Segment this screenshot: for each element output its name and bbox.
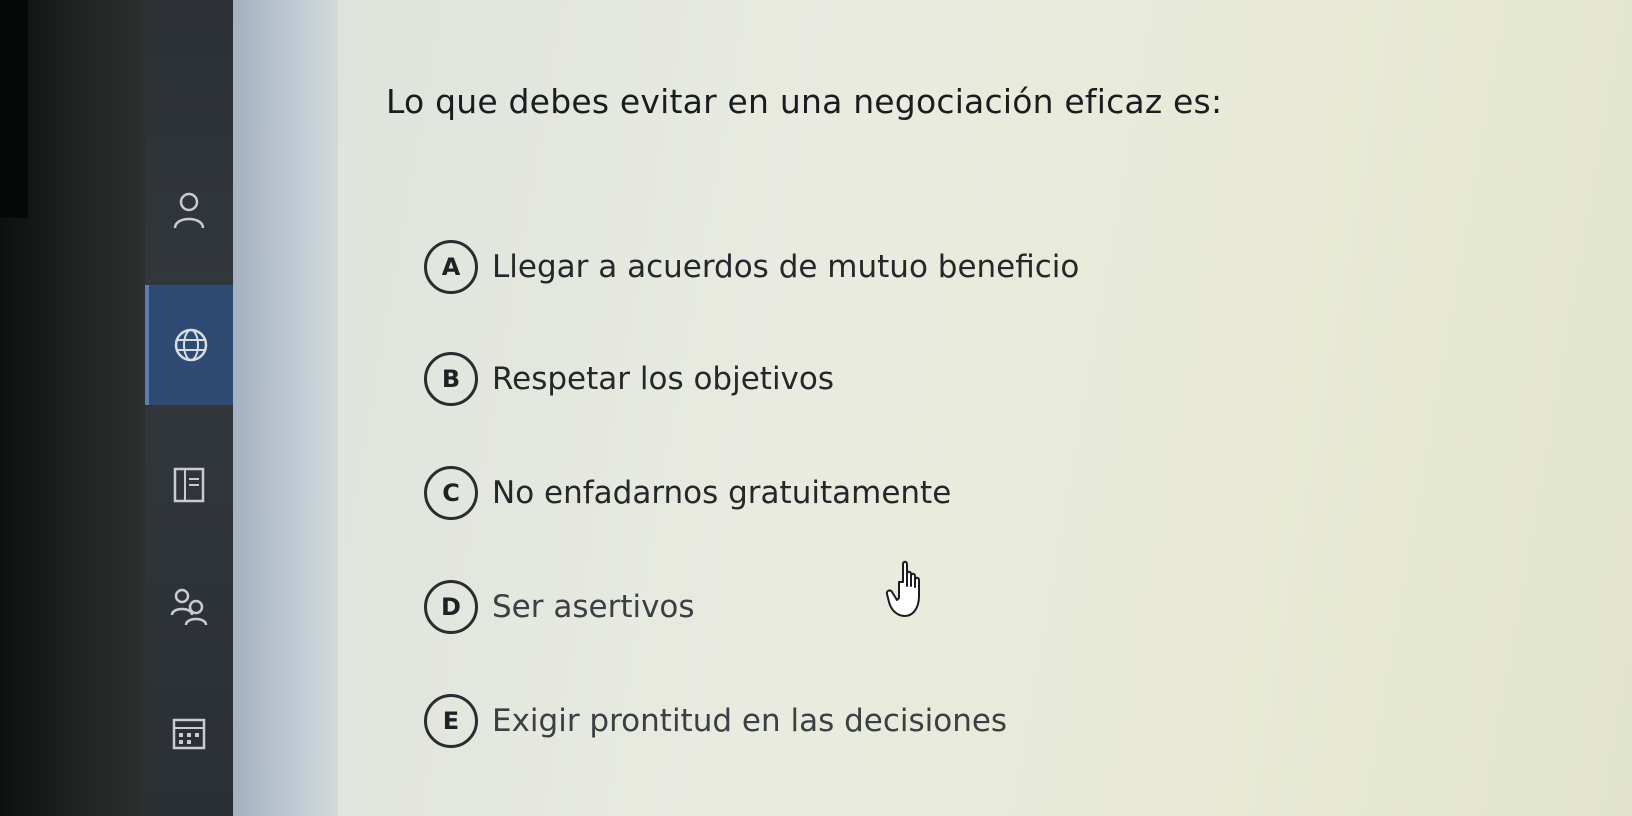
option-d-letter: D xyxy=(424,580,478,634)
sidebar-item-profile[interactable] xyxy=(145,150,233,270)
sidebar xyxy=(145,0,233,816)
globe-icon xyxy=(174,328,208,362)
option-a-text: Llegar a acuerdos de mutuo beneficio xyxy=(492,249,1080,285)
screen-bezel xyxy=(0,0,145,816)
option-b[interactable]: B Respetar los objetivos xyxy=(424,351,834,407)
sidebar-item-document[interactable] xyxy=(145,425,233,545)
option-c[interactable]: C No enfadarnos gratuitamente xyxy=(424,465,951,521)
sidebar-item-globe[interactable] xyxy=(145,285,233,405)
option-b-text: Respetar los objetivos xyxy=(492,361,835,397)
sidebar-item-people[interactable] xyxy=(145,545,233,665)
option-d-text: Ser asertivos xyxy=(492,589,695,625)
option-c-letter: C xyxy=(424,466,478,520)
hand-pointer-icon xyxy=(885,560,920,617)
bezel-shadow xyxy=(0,0,28,218)
person-icon xyxy=(173,192,205,229)
quiz-panel: Lo que debes evitar en una negociación e… xyxy=(338,0,1632,816)
question-text: Lo que debes evitar en una negociación e… xyxy=(386,82,1223,121)
option-e-letter: E xyxy=(424,694,478,748)
document-icon xyxy=(173,467,205,503)
people-icon xyxy=(170,588,208,626)
panel-divider xyxy=(233,0,338,816)
option-a-letter: A xyxy=(424,240,478,294)
option-e[interactable]: E Exigir prontitud en las decisiones xyxy=(424,693,1007,749)
option-e-text: Exigir prontitud en las decisiones xyxy=(492,703,1008,739)
option-b-letter: B xyxy=(424,352,478,406)
option-c-text: No enfadarnos gratuitamente xyxy=(492,475,952,511)
option-a[interactable]: A Llegar a acuerdos de mutuo beneficio xyxy=(424,239,1079,295)
calendar-icon xyxy=(172,718,206,750)
sidebar-item-calendar[interactable] xyxy=(145,670,233,790)
option-d[interactable]: D Ser asertivos xyxy=(424,579,695,635)
